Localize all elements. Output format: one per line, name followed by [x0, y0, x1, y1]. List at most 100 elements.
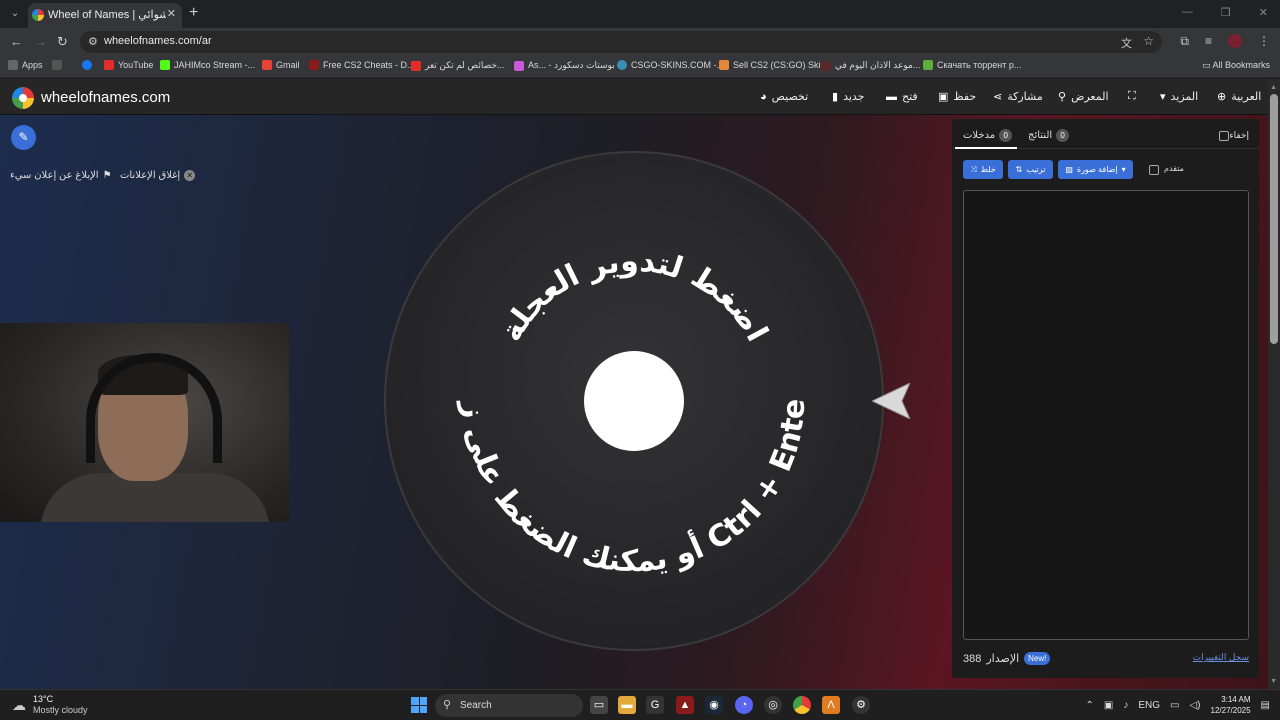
weather-cloud-icon[interactable]: ☁ — [12, 697, 26, 714]
toolbar-right: ⧉ ≡ ⋮ — [1180, 34, 1270, 49]
scrollbar-thumb[interactable] — [1270, 94, 1278, 344]
language-indicator[interactable]: ENG — [1138, 700, 1160, 711]
bookmark-apps[interactable]: Apps — [8, 60, 43, 70]
tab-entries[interactable]: مدخلات 0 — [963, 129, 1013, 142]
results-count-badge: 0 — [1056, 129, 1070, 142]
fullscreen-button[interactable]: ⛶ — [1128, 90, 1136, 103]
site-name[interactable]: wheelofnames.com — [41, 89, 170, 106]
microphone-icon[interactable]: ♪ — [1123, 700, 1128, 711]
file-explorer-icon[interactable]: ▬ — [618, 696, 636, 714]
reload-icon[interactable]: ↻ — [57, 34, 68, 50]
chrome-icon[interactable] — [793, 696, 811, 714]
settings-gear-icon[interactable]: ⚙ — [852, 696, 870, 714]
more-button[interactable]: ▾ المزيد — [1160, 90, 1198, 103]
shuffle-button[interactable]: ⤨ خلط — [963, 160, 1003, 179]
weather-temp[interactable]: 13°C — [33, 694, 53, 704]
save-button[interactable]: ▣ حفظ — [938, 90, 976, 103]
window-controls: — ❐ ✕ — [1182, 6, 1268, 19]
clock[interactable]: 3:14 AM 12/27/2025 — [1211, 694, 1251, 716]
share-icon: ⋖ — [993, 91, 1003, 103]
media-icon[interactable]: ≡ — [1205, 34, 1212, 49]
back-icon[interactable]: ← — [10, 34, 23, 49]
site-info-icon[interactable]: ⚙ — [88, 35, 98, 48]
webcam-overlay — [0, 323, 289, 522]
wheel[interactable]: اضغط لتدوير العجلة أو يمكنك الضغط على زر… — [384, 151, 884, 651]
gallery-button[interactable]: ⚲ المعرض — [1058, 90, 1109, 103]
start-button[interactable] — [411, 697, 427, 713]
scroll-down-icon[interactable]: ▼ — [1270, 678, 1277, 685]
taskbar-search[interactable]: ⚲ Search — [435, 694, 583, 717]
bookmark-gmail[interactable]: Gmail — [262, 60, 300, 70]
tab-search-chevron-icon[interactable]: ⌄ — [6, 5, 24, 23]
wheel-svg[interactable]: اضغط لتدوير العجلة أو يمكنك الضغط على زر… — [384, 151, 884, 651]
csgo-skins-icon — [617, 60, 627, 70]
report-ad-link[interactable]: الإبلاغ عن إعلان سيء ⚑ — [10, 170, 112, 181]
obs-icon[interactable]: ◎ — [764, 696, 782, 714]
profile-avatar[interactable] — [1228, 34, 1242, 48]
sell-icon — [719, 60, 729, 70]
close-ads-link[interactable]: إغلاق الإعلانات ✕ — [120, 170, 196, 181]
bookmark-discord-posts[interactable]: As... - بوستات دسكورد — [514, 60, 615, 71]
restore-icon[interactable]: ❐ — [1221, 6, 1231, 19]
menu-icon[interactable]: ⋮ — [1258, 34, 1270, 49]
browser-tab[interactable]: Wheel of Names | اسم العشوائي ✕ — [28, 3, 182, 28]
sort-button[interactable]: ⇅ ترتيب — [1008, 160, 1053, 179]
wheel-logo-icon[interactable] — [12, 87, 34, 109]
folder-open-icon: ▬ — [886, 90, 897, 103]
system-tray: ⌃ ▣ ♪ ENG ▭ ◁) 3:14 AM 12/27/2025 ▤ — [1086, 694, 1271, 716]
bookmark-torrent[interactable]: Скачать торрент р... — [923, 60, 1021, 70]
share-button[interactable]: ⋖ مشاركة — [993, 90, 1043, 103]
advanced-label: متقدم — [1164, 164, 1184, 173]
app-a-icon[interactable]: Λ — [822, 696, 840, 714]
all-bookmarks[interactable]: ▭ All Bookmarks — [1202, 60, 1270, 71]
weather-desc[interactable]: Mostly cloudy — [33, 705, 88, 715]
open-button[interactable]: ▬ فتح — [886, 90, 918, 104]
entries-textarea[interactable] — [963, 190, 1249, 640]
tab-results[interactable]: النتائج 0 — [1028, 129, 1070, 142]
tray-app-icon[interactable]: ▣ — [1104, 700, 1113, 711]
tray-chevron-icon[interactable]: ⌃ — [1086, 700, 1094, 711]
bookmark-cs2[interactable]: Free CS2 Cheats - D... — [309, 60, 415, 70]
folder-icon: ▭ — [1201, 60, 1213, 70]
edit-pencil-button[interactable]: ✎ — [11, 125, 36, 150]
forward-icon[interactable]: → — [34, 34, 47, 49]
task-view-icon[interactable]: ▭ — [590, 696, 608, 714]
address-bar[interactable]: ⚙ wheelofnames.com/ar 文 ☆ — [80, 31, 1162, 53]
steam-icon[interactable]: ◉ — [705, 696, 723, 714]
language-button[interactable]: ⊕ العربية — [1217, 90, 1261, 103]
tab-close-icon[interactable]: ✕ — [167, 7, 176, 20]
bookmark-prayer[interactable]: موعد الاذان اليوم في... — [821, 60, 920, 71]
pencil-icon: ✎ — [18, 130, 29, 144]
customize-button[interactable]: ◕ تخصيص — [760, 90, 808, 104]
minimize-icon[interactable]: — — [1182, 6, 1193, 19]
hide-checkbox[interactable] — [1219, 131, 1229, 141]
add-image-button[interactable]: ▨ إضافة صورة ▾ — [1058, 160, 1133, 179]
taskbar-search-label: Search — [460, 700, 492, 711]
extensions-icon[interactable]: ⧉ — [1180, 34, 1189, 49]
bookmark-csgo-skins[interactable]: CSGO-SKINS.COM -... — [617, 60, 724, 70]
notification-icon[interactable]: ▤ — [1261, 700, 1270, 711]
ghub-icon[interactable]: G — [646, 696, 664, 714]
gmail-icon — [262, 60, 272, 70]
discord-icon[interactable]: ◔ — [735, 696, 753, 714]
new-tab-icon[interactable]: + — [189, 4, 198, 22]
advanced-checkbox[interactable] — [1149, 165, 1159, 175]
translate-icon[interactable]: 文 — [1121, 35, 1132, 51]
volume-icon[interactable]: ◁) — [1189, 700, 1200, 711]
version-number: 388 — [963, 652, 982, 665]
tab-groups-icon[interactable] — [52, 60, 62, 70]
bookmark-yt-video[interactable]: خصائص لم تكن تعر... — [411, 60, 505, 71]
bookmark-kick[interactable]: JAHIMco Stream -... — [160, 60, 255, 70]
changelog-link[interactable]: سجل التغييرات — [1193, 652, 1249, 663]
close-window-icon[interactable]: ✕ — [1259, 6, 1268, 19]
bookmark-star-icon[interactable]: ☆ — [1143, 34, 1154, 48]
bookmark-facebook[interactable] — [82, 60, 92, 70]
wheel-center — [584, 351, 684, 451]
scroll-up-icon[interactable]: ▲ — [1270, 84, 1277, 91]
new-button[interactable]: ▮ جديد — [832, 90, 864, 103]
network-icon[interactable]: ▭ — [1170, 700, 1179, 711]
bookmark-youtube[interactable]: YouTube — [104, 60, 153, 70]
valorant-icon[interactable]: ▲ — [676, 696, 694, 714]
bookmark-sell-cs2[interactable]: Sell CS2 (CS:GO) Ski... — [719, 60, 828, 70]
url-text[interactable]: wheelofnames.com/ar — [104, 35, 212, 47]
